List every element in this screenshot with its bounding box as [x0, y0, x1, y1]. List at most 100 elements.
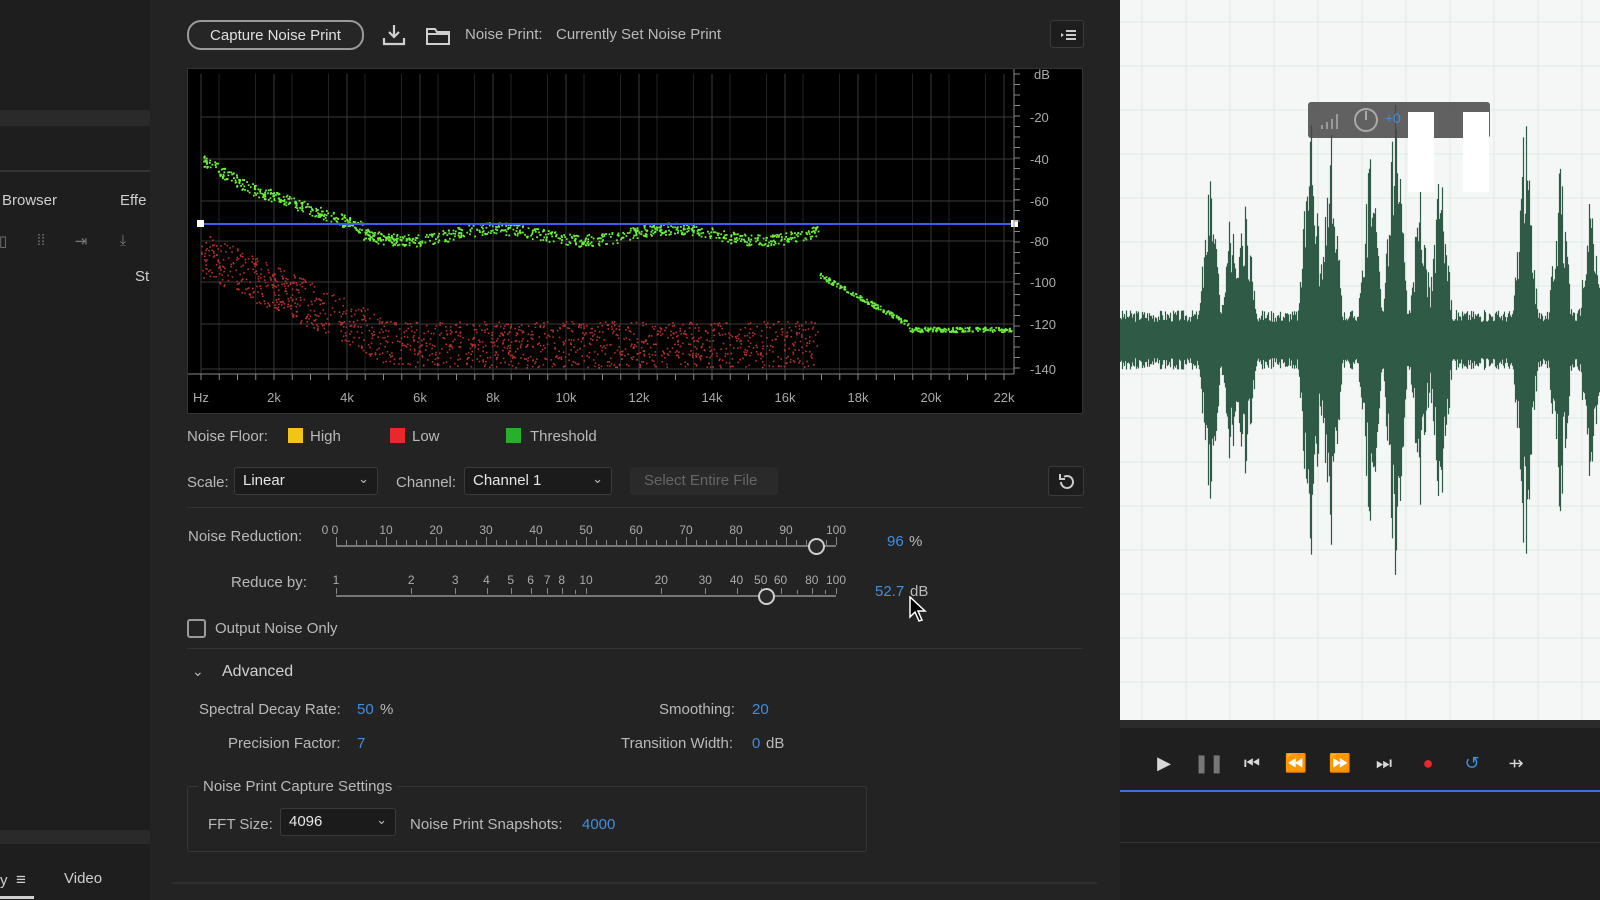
tab-browser[interactable]: Browser	[2, 192, 57, 209]
noise-floor-low-point	[775, 331, 777, 334]
fft-size-dropdown[interactable]: 4096 ⌄	[280, 808, 396, 836]
play-icon[interactable]: ▶	[1150, 752, 1178, 774]
export-loop-icon[interactable]: ↺	[1458, 752, 1486, 774]
noise-floor-low-point	[257, 275, 260, 278]
tab-partial[interactable]: y	[0, 872, 8, 889]
tab-effects[interactable]: Effe	[120, 192, 146, 209]
transition-width-value[interactable]: 0	[752, 735, 760, 752]
select-entire-file-button[interactable]: Select Entire File	[630, 467, 778, 495]
threshold-point	[285, 204, 288, 207]
noise-floor-low-point	[507, 339, 510, 341]
skip-selection-icon[interactable]: ⇸	[1502, 752, 1530, 774]
threshold-point	[779, 233, 782, 236]
skip-to-start-icon[interactable]: ⏮	[1238, 752, 1266, 774]
pause-icon[interactable]: ❚❚	[1194, 752, 1224, 774]
noise-floor-low-point	[295, 305, 298, 308]
noise-floor-low-point	[576, 349, 579, 352]
noise-floor-low-point	[451, 347, 454, 350]
threshold-point	[509, 224, 512, 227]
record-icon[interactable]: ●	[1414, 752, 1442, 774]
threshold-point	[827, 279, 829, 282]
insert-icon[interactable]: ⇥	[70, 232, 92, 250]
threshold-point	[429, 239, 431, 242]
noise-floor-low-point	[752, 347, 755, 349]
noise-floor-low-point	[504, 325, 506, 327]
noise-floor-low-point	[409, 363, 412, 366]
noise-floor-low-point	[252, 268, 255, 271]
threshold-point	[709, 237, 712, 240]
noise-floor-low-point	[338, 320, 341, 323]
smoothing-value[interactable]: 20	[752, 701, 769, 718]
y-tick-label: -100	[1030, 275, 1056, 290]
noise-floor-low-point	[232, 261, 235, 264]
chevron-down-icon[interactable]: ⌄	[192, 663, 204, 680]
threshold-point	[700, 227, 703, 230]
threshold-point	[644, 235, 647, 238]
folder-icon[interactable]	[424, 24, 452, 48]
threshold-point	[706, 230, 709, 233]
threshold-point	[437, 241, 440, 244]
precision-factor-value[interactable]: 7	[357, 735, 365, 752]
noise-reduction-slider-thumb[interactable]	[808, 538, 825, 555]
download-icon[interactable]	[380, 22, 408, 48]
advanced-section-toggle[interactable]: Advanced	[222, 663, 293, 681]
grid-dots-icon[interactable]: ⁞⁞	[30, 232, 52, 250]
threshold-point	[687, 225, 690, 228]
noise-floor-low-point	[312, 291, 315, 293]
reduce-by-value[interactable]: 52.7	[875, 583, 904, 600]
threshold-point	[450, 233, 453, 235]
channel-dropdown[interactable]: Channel 1 ⌄	[464, 467, 612, 495]
spectral-decay-value[interactable]: 50	[357, 701, 374, 718]
threshold-point	[377, 242, 380, 245]
noise-floor-low-point	[654, 343, 657, 346]
volume-knob-icon[interactable]	[1353, 107, 1379, 133]
noise-floor-low-point	[697, 353, 700, 356]
noise-profile-graph[interactable]: Hz 2k 4k 6k 8k 10k 12k 14k 16k 18k 20k 22k -20 -40 -60…	[187, 67, 1083, 414]
noise-floor-low-point	[729, 334, 732, 336]
threshold-point	[650, 235, 653, 237]
noise-floor-low-point	[724, 352, 727, 355]
threshold-point	[603, 235, 606, 237]
reduce-by-slider-thumb[interactable]	[758, 588, 775, 605]
reset-icon[interactable]	[1048, 466, 1084, 496]
noise-print-snapshots-value[interactable]: 4000	[582, 816, 615, 833]
noise-floor-low-point	[601, 325, 604, 327]
noise-floor-low-point	[573, 339, 575, 342]
noise-floor-low-point	[472, 344, 475, 346]
threshold-point	[815, 235, 818, 238]
noise-floor-low-point	[495, 366, 498, 368]
threshold-handle-left[interactable]	[197, 220, 204, 227]
noise-floor-low-point	[334, 300, 337, 302]
capture-noise-print-button[interactable]: Capture Noise Print	[187, 20, 364, 50]
noise-floor-low-point	[482, 361, 485, 363]
output-noise-only-checkbox[interactable]	[187, 619, 206, 638]
noise-floor-low-point	[503, 346, 506, 349]
panel-menu-icon[interactable]	[1050, 20, 1084, 48]
noise-reduction-slider-track[interactable]	[336, 545, 836, 547]
noise-floor-low-point	[573, 346, 575, 348]
threshold-point	[381, 233, 383, 236]
threshold-point	[296, 207, 299, 210]
skip-to-end-icon[interactable]: ⏭	[1370, 752, 1398, 774]
channel-label: Channel:	[396, 474, 457, 491]
scale-dropdown[interactable]: Linear ⌄	[234, 467, 378, 495]
noise-floor-low-point	[251, 255, 254, 258]
noise-floor-low-point	[806, 360, 808, 363]
volume-hud-value[interactable]: +0	[1385, 110, 1401, 126]
noise-floor-low-point	[534, 360, 537, 363]
import-icon[interactable]: ⤓	[112, 232, 134, 250]
resize-handle[interactable]	[1120, 720, 1600, 728]
list-icon[interactable]: ▯	[0, 232, 14, 250]
fast-forward-icon[interactable]: ⏩	[1326, 752, 1354, 774]
tab-video[interactable]: Video	[64, 870, 102, 887]
threshold-point	[952, 327, 954, 329]
noise-floor-low-point	[490, 364, 493, 366]
noise-floor-low-point	[319, 303, 322, 306]
hamburger-icon[interactable]: ≡	[16, 870, 26, 890]
noise-reduction-value[interactable]: 96	[887, 533, 904, 550]
output-noise-only-label[interactable]: Output Noise Only	[215, 620, 338, 637]
noise-floor-low-point	[325, 322, 327, 325]
threshold-point	[658, 226, 661, 229]
rewind-icon[interactable]: ⏪	[1282, 752, 1310, 774]
threshold-point	[691, 234, 694, 237]
